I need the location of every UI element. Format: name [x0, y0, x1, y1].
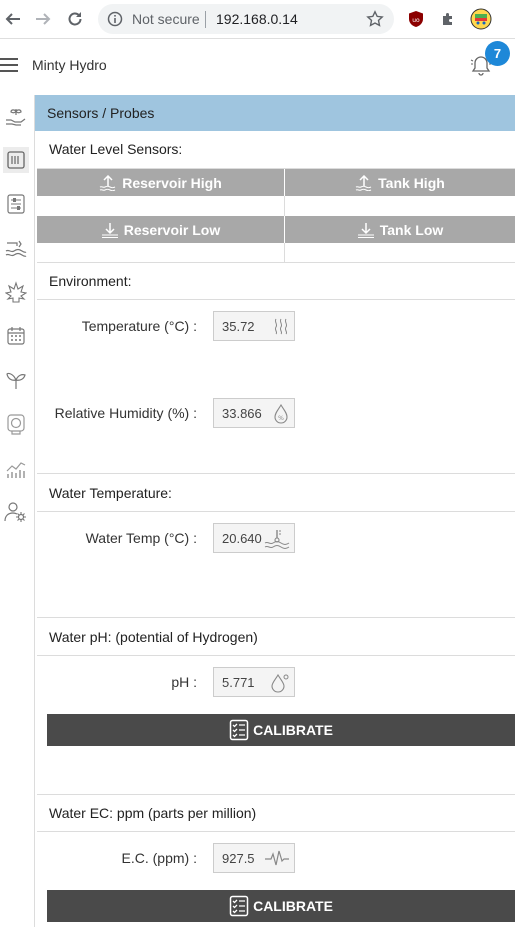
address-separator [205, 11, 206, 28]
tank-low-button[interactable]: Tank Low [285, 216, 515, 243]
security-status[interactable]: Not secure [132, 11, 200, 27]
url-text[interactable]: 192.168.0.14 [216, 11, 298, 27]
ph-calibrate-label: CALIBRATE [253, 722, 333, 738]
tank-high-label: Tank High [378, 174, 445, 191]
divider [37, 794, 515, 795]
humidity-field[interactable]: 33.866 % [213, 398, 295, 428]
plant-hand-icon[interactable] [3, 103, 29, 129]
sprout-icon[interactable] [3, 367, 29, 393]
water-level-section-title: Water Level Sensors: [49, 141, 183, 157]
sensor-card-icon[interactable] [3, 147, 29, 173]
temperature-value: 35.72 [222, 319, 255, 334]
svg-text:%: % [278, 415, 284, 422]
checklist-icon [229, 895, 249, 917]
sidebar [0, 95, 35, 927]
humidity-label: Relative Humidity (%) : [54, 405, 197, 421]
menu-icon[interactable] [0, 56, 18, 74]
ec-value: 927.5 [222, 851, 255, 866]
ublock-icon[interactable]: uo [405, 8, 427, 30]
svg-text:uo: uo [412, 17, 420, 24]
water-temp-field[interactable]: 20.640 [213, 523, 295, 553]
water-temp-section-title: Water Temperature: [49, 485, 172, 501]
forward-arrow-icon[interactable] [32, 8, 54, 30]
water-flow-icon[interactable] [3, 235, 29, 261]
breadcrumb: Sensors / Probes [47, 105, 155, 121]
download-icon [101, 222, 118, 238]
ec-calibrate-button[interactable]: CALIBRATE [47, 890, 515, 922]
pulse-wave-icon [264, 849, 290, 869]
water-temp-value: 20.640 [222, 531, 262, 546]
ph-label: pH : [171, 674, 197, 690]
divider [37, 617, 515, 618]
divider [37, 831, 515, 832]
notification-badge[interactable]: 7 [485, 41, 510, 66]
app-header: Minty Hydro 7 [0, 39, 515, 95]
profile-avatar[interactable] [470, 8, 492, 30]
reload-icon[interactable] [64, 8, 86, 30]
checklist-icon [229, 719, 249, 741]
ph-drop-icon [270, 673, 290, 693]
divider [37, 299, 515, 300]
ec-field[interactable]: 927.5 [213, 843, 295, 873]
ph-value: 5.771 [222, 675, 255, 690]
info-icon[interactable] [107, 11, 123, 27]
upload-icon [99, 174, 116, 191]
environment-section-title: Environment: [49, 273, 132, 289]
calendar-icon[interactable] [3, 323, 29, 349]
temperature-label: Temperature (°C) : [81, 318, 197, 334]
reservoir-low-label: Reservoir Low [123, 221, 221, 238]
user-settings-icon[interactable] [3, 499, 29, 525]
divider [37, 511, 515, 512]
reservoir-high-label: Reservoir High [122, 174, 222, 191]
page-header: Sensors / Probes [35, 95, 515, 131]
column-divider [284, 196, 285, 216]
download-icon [357, 222, 374, 238]
tank-high-button[interactable]: Tank High [285, 169, 515, 196]
browser-toolbar: Not secure 192.168.0.14 uo [0, 0, 515, 39]
humidity-value: 33.866 [222, 406, 262, 421]
ph-section-title: Water pH: (potential of Hydrogen) [49, 629, 258, 645]
stats-chart-icon[interactable] [3, 455, 29, 481]
ec-label: E.C. (ppm) : [121, 850, 197, 866]
ph-calibrate-button[interactable]: CALIBRATE [47, 714, 515, 746]
control-panel-icon[interactable] [3, 191, 29, 217]
reservoir-low-button[interactable]: Reservoir Low [37, 216, 284, 243]
star-icon[interactable] [366, 10, 384, 28]
ec-calibrate-label: CALIBRATE [253, 898, 333, 914]
ec-section-title: Water EC: ppm (parts per million) [49, 805, 257, 821]
divider [37, 655, 515, 656]
back-arrow-icon[interactable] [2, 8, 24, 30]
divider [37, 473, 515, 474]
column-divider [284, 243, 285, 263]
puzzle-icon[interactable] [437, 8, 459, 30]
main-content: Sensors / Probes Water Level Sensors: Re… [35, 95, 515, 927]
temperature-field[interactable]: 35.72 [213, 311, 295, 341]
divider [37, 262, 515, 263]
upload-icon [355, 174, 372, 191]
humidity-drop-icon: % [272, 404, 290, 424]
water-temp-label: Water Temp (°C) : [85, 530, 197, 546]
address-bar[interactable]: Not secure 192.168.0.14 [98, 4, 394, 34]
tank-low-label: Tank Low [379, 221, 444, 238]
heat-icon [272, 317, 290, 335]
leaf-icon[interactable] [3, 279, 29, 305]
water-thermometer-icon [264, 529, 290, 549]
camera-icon[interactable] [3, 411, 29, 437]
app-title: Minty Hydro [32, 57, 107, 73]
reservoir-high-button[interactable]: Reservoir High [37, 169, 284, 196]
ph-field[interactable]: 5.771 [213, 667, 295, 697]
